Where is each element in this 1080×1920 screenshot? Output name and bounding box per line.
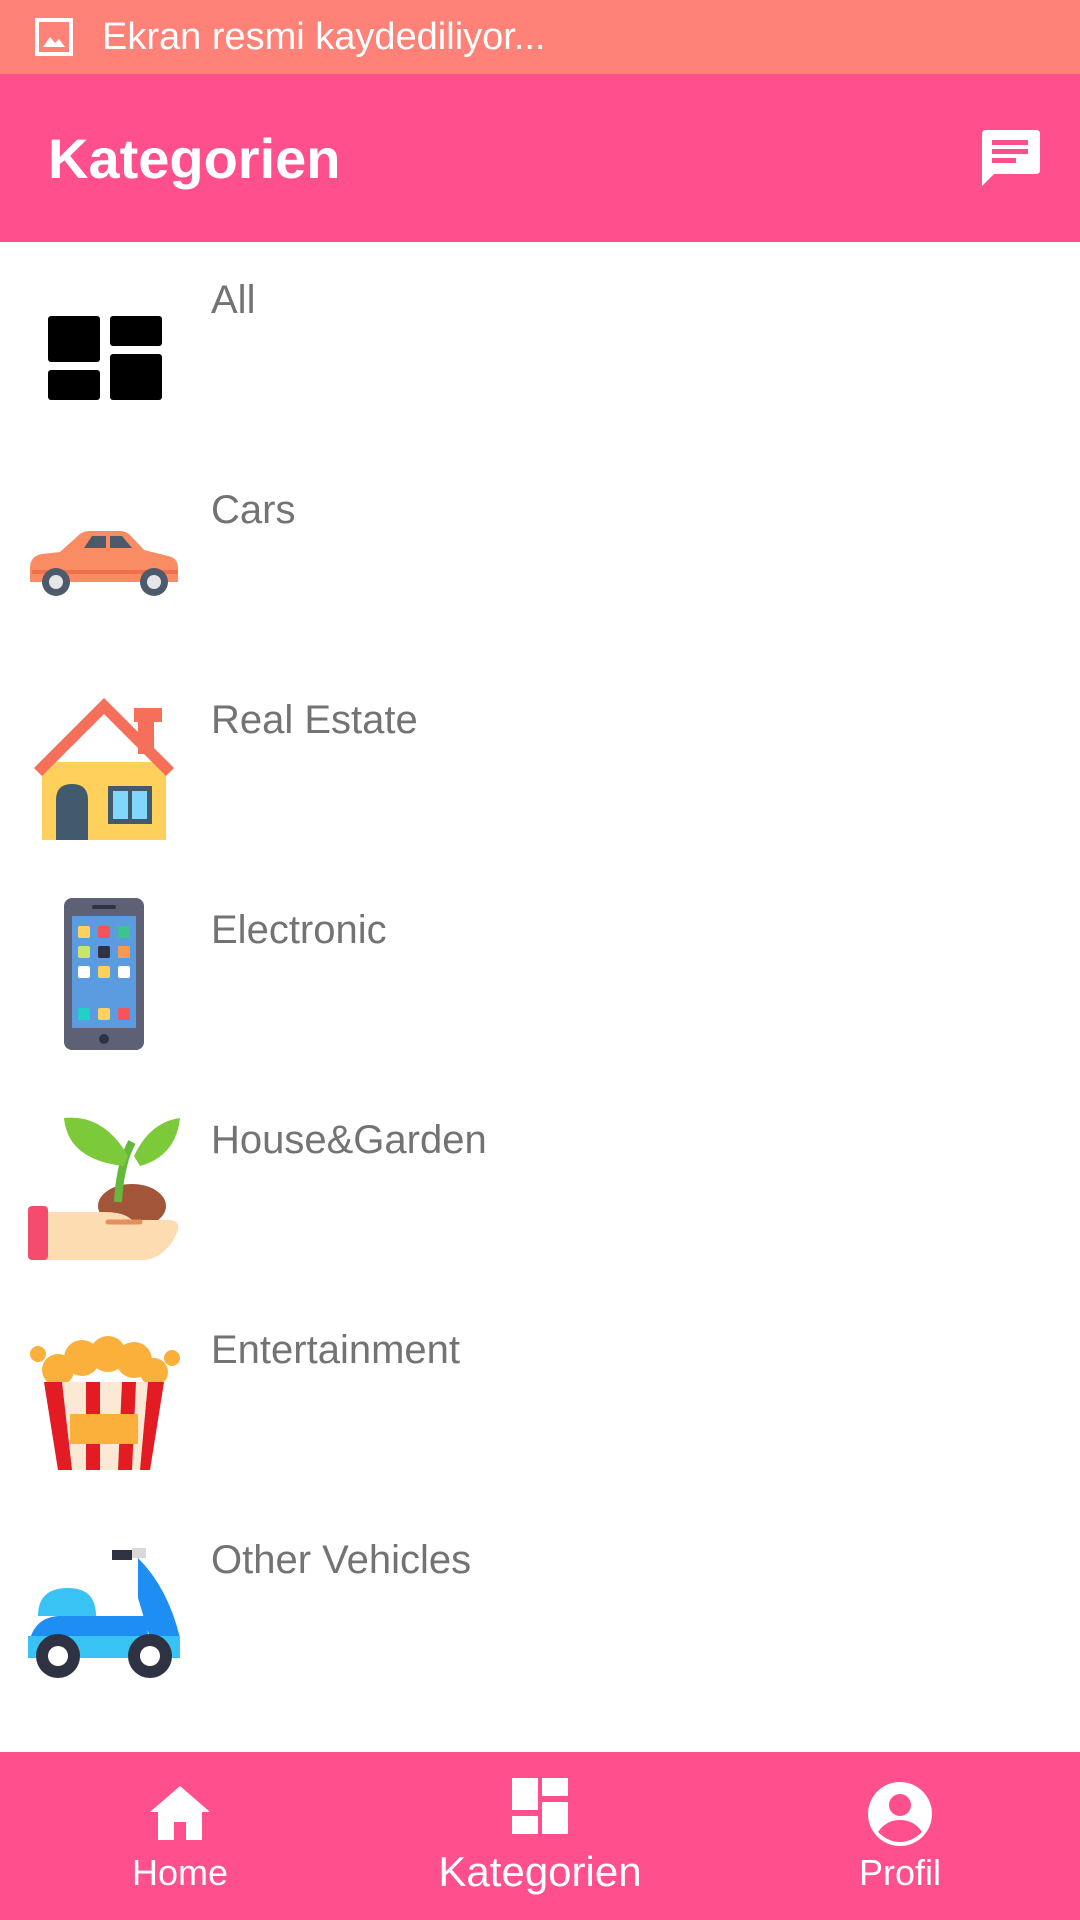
chat-icon[interactable] bbox=[978, 126, 1042, 190]
category-item-entertainment[interactable]: Entertainment bbox=[0, 1292, 1080, 1502]
plant-icon bbox=[28, 1117, 180, 1260]
house-icon bbox=[34, 698, 174, 840]
bottom-navigation: Home Kategorien Profil bbox=[0, 1752, 1080, 1920]
nav-label: Home bbox=[131, 1852, 229, 1893]
status-text: Ekran resmi kaydediliyor... bbox=[102, 15, 546, 58]
car-icon bbox=[30, 531, 178, 596]
popcorn-icon bbox=[30, 1336, 180, 1470]
category-label: Electronic bbox=[211, 908, 387, 952]
category-item-other-vehicles[interactable]: Other Vehicles bbox=[0, 1502, 1080, 1712]
category-label: House&Garden bbox=[211, 1118, 487, 1162]
nav-home[interactable]: Home bbox=[30, 1752, 330, 1920]
scooter-icon bbox=[28, 1548, 180, 1678]
category-icon-partial bbox=[28, 1738, 180, 1752]
category-list: All Cars Real Estate Electronic House&Ga… bbox=[0, 242, 1080, 1752]
nav-kategorien[interactable]: Kategorien bbox=[390, 1752, 690, 1920]
app-bar: Kategorien bbox=[0, 74, 1080, 242]
home-icon bbox=[150, 1786, 210, 1840]
smartphone-icon bbox=[64, 898, 144, 1050]
account-circle-icon bbox=[868, 1782, 932, 1846]
category-item-house-garden[interactable]: House&Garden bbox=[0, 1082, 1080, 1292]
nav-label: Profil bbox=[858, 1852, 942, 1893]
category-item-all[interactable]: All bbox=[0, 242, 1080, 452]
category-label: Entertainment bbox=[211, 1328, 461, 1372]
category-label: Cars bbox=[211, 488, 296, 532]
category-label: All bbox=[211, 278, 256, 322]
status-bar: Ekran resmi kaydediliyor... bbox=[0, 0, 1080, 74]
category-item-real-estate[interactable]: Real Estate bbox=[0, 662, 1080, 872]
category-label: Real Estate bbox=[211, 698, 418, 742]
category-label: Other Vehicles bbox=[211, 1538, 472, 1582]
category-item-cars[interactable]: Cars bbox=[0, 452, 1080, 662]
grid-icon bbox=[48, 316, 162, 400]
nav-profil[interactable]: Profil bbox=[750, 1752, 1050, 1920]
page-title: Kategorien bbox=[48, 126, 341, 190]
category-item-partial[interactable] bbox=[0, 1712, 1080, 1752]
dashboard-icon bbox=[512, 1778, 568, 1834]
category-item-electronic[interactable]: Electronic bbox=[0, 872, 1080, 1082]
nav-label: Kategorien bbox=[438, 1848, 642, 1895]
image-notification-icon bbox=[35, 18, 73, 56]
